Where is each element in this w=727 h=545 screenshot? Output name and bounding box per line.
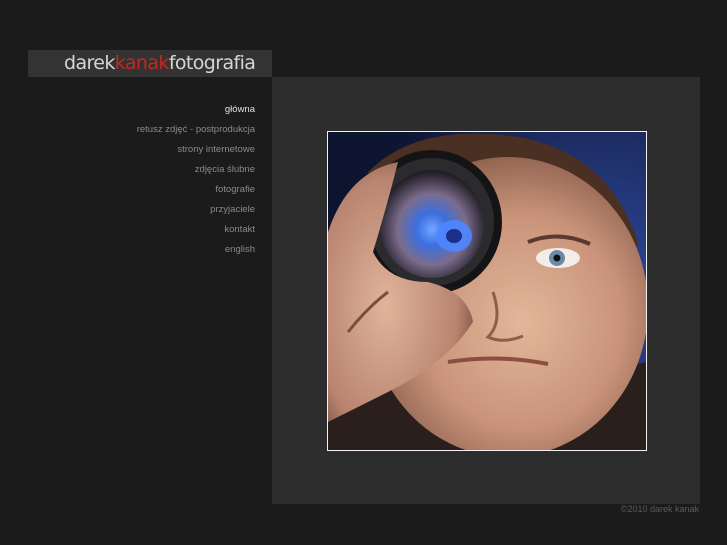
nav-item-fotografie[interactable]: fotografie (28, 180, 255, 200)
content-panel (272, 77, 700, 504)
nav-item-strony[interactable]: strony internetowe (28, 140, 255, 160)
featured-photo (327, 131, 647, 451)
nav-item-glowna[interactable]: główna (28, 100, 255, 120)
nav-item-przyjaciele[interactable]: przyjaciele (28, 200, 255, 220)
logo-part-fotografia: fotografia (168, 52, 256, 74)
nav-item-english[interactable]: english (28, 240, 255, 260)
copyright-footer: ©2010 darek kanak (620, 504, 699, 514)
nav-item-zdjecia-slubne[interactable]: zdjęcia ślubne (28, 160, 255, 180)
logo-part-darek: darek (64, 52, 115, 74)
site-logo[interactable]: darekkanakfotografia (64, 51, 256, 75)
nav-item-retusz[interactable]: retusz zdjęć - postprodukcja (28, 120, 255, 140)
logo-bar: darekkanakfotografia (28, 50, 272, 77)
nav-item-kontakt[interactable]: kontakt (28, 220, 255, 240)
logo-part-kanak: kanak (114, 52, 170, 74)
photo-illustration (328, 132, 646, 450)
main-nav: główna retusz zdjęć - postprodukcja stro… (28, 100, 255, 260)
